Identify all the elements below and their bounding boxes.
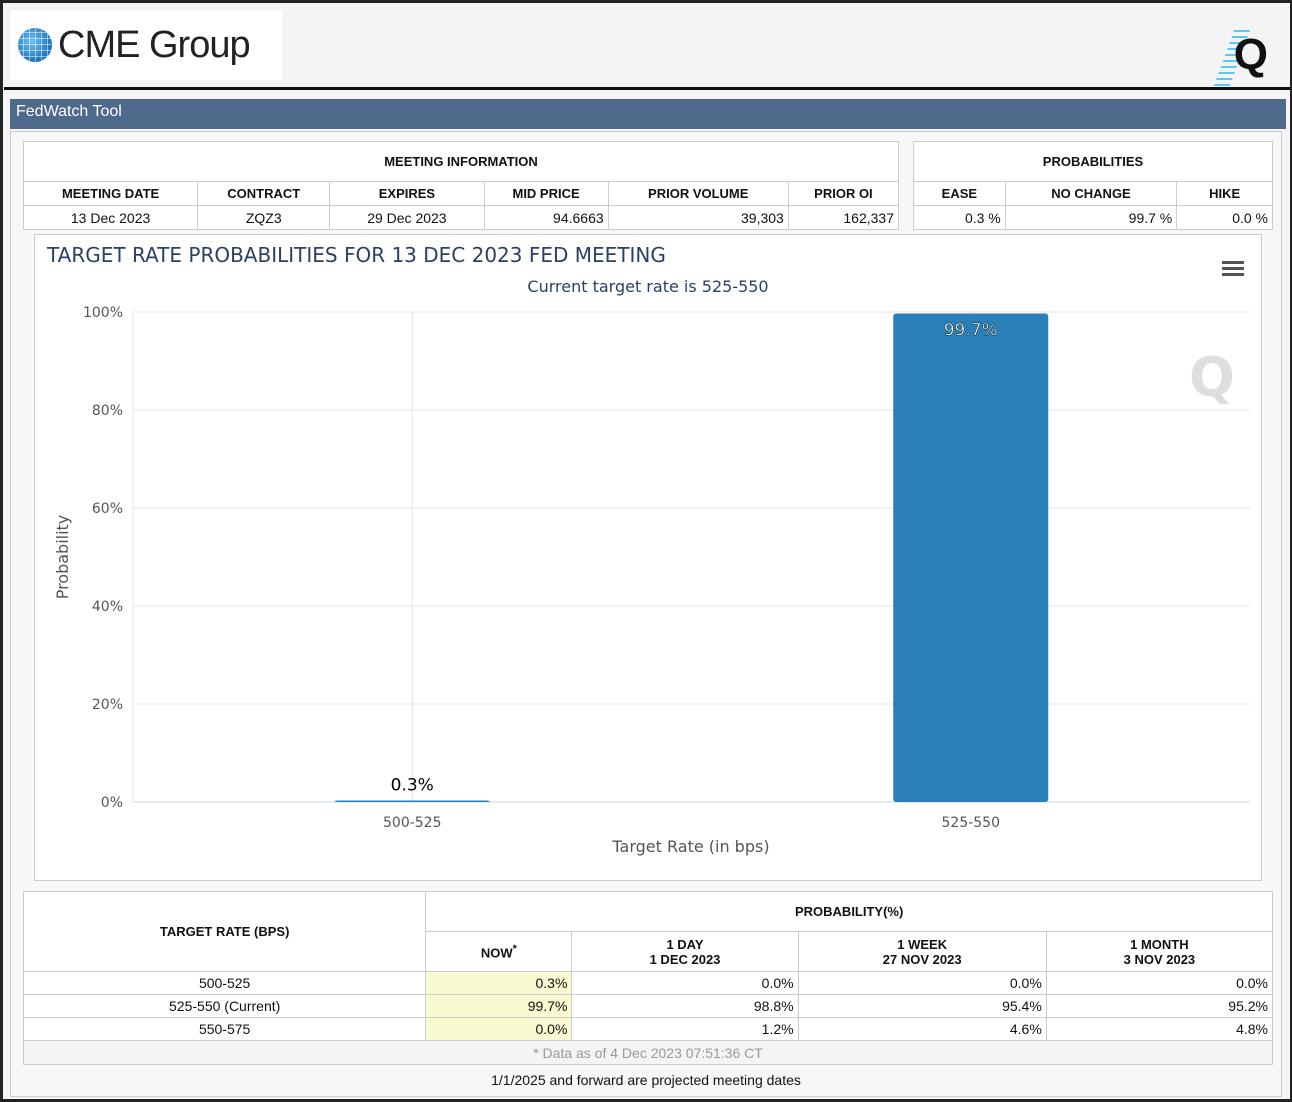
probability-cell: 95.4% (797, 994, 1047, 1018)
probability-table: TARGET RATE (BPS) PROBABILITY(%) NOW* 1 D… (22, 891, 1274, 1065)
probability-cell: 0.3% (425, 971, 573, 995)
probability-cell: 4.6% (797, 1017, 1047, 1041)
column-header: EXPIRES (329, 181, 485, 206)
period-header: 1 DAY 1 DEC 2023 (571, 931, 799, 972)
column-header: HIKE (1176, 181, 1273, 206)
column-header: PRIOR OI (787, 181, 900, 206)
logo-text: CME Group (58, 23, 251, 66)
chart-container (34, 234, 1262, 881)
meeting-info-value: 94.6663 (483, 205, 609, 230)
header: CME Group Q (4, 4, 1290, 90)
probability-cell: 0.0% (571, 971, 799, 995)
column-header: MEETING DATE (22, 181, 199, 206)
period-label: 1 MONTH (1130, 936, 1189, 952)
probability-value: 0.3 % (913, 205, 1006, 230)
table-row: 525-550 (Current) 99.7% 98.8% 95.4% 95.2% (22, 994, 1274, 1018)
period-label: 1 DAY (666, 936, 704, 952)
meeting-info-value: ZQZ3 (197, 205, 331, 230)
period-date: 27 NOV 2023 (882, 951, 962, 967)
meeting-info-title: MEETING INFORMATION (23, 141, 899, 182)
probability-value: 0.0 % (1176, 205, 1273, 230)
probability-value: 99.7 % (1004, 205, 1178, 230)
column-header: NO CHANGE (1004, 181, 1178, 206)
table-row: 550-575 0.0% 1.2% 4.6% 4.8% (22, 1017, 1274, 1041)
meeting-info-table: MEETING INFORMATION MEETING DATE CONTRACT… (22, 141, 900, 230)
period-label: 1 WEEK (897, 936, 948, 952)
probability-cell: 4.8% (1045, 1017, 1274, 1041)
column-header: PRIOR VOLUME (607, 181, 789, 206)
asterisk: * (512, 942, 517, 955)
meeting-info-value: 39,303 (607, 205, 789, 230)
probability-cell: 95.2% (1045, 994, 1274, 1018)
cme-logo[interactable]: CME Group (10, 10, 282, 80)
probability-cell: 0.0% (797, 971, 1047, 995)
probability-cell: 98.8% (571, 994, 799, 1018)
data-timestamp-note: * Data as of 4 Dec 2023 07:51:36 CT (23, 1040, 1273, 1065)
projected-dates-note: 1/1/2025 and forward are projected meeti… (491, 1072, 801, 1088)
period-label: NOW (480, 945, 513, 961)
probability-cell: 99.7% (425, 994, 573, 1018)
period-header: 1 MONTH 3 NOV 2023 (1045, 931, 1274, 972)
column-header: CONTRACT (197, 181, 331, 206)
target-rate-cell: 525-550 (Current) (22, 994, 427, 1018)
probability-cell: 1.2% (571, 1017, 799, 1041)
probability-header: PROBABILITY(%) (425, 891, 1273, 932)
period-header: 1 WEEK 27 NOV 2023 (797, 931, 1047, 972)
tool-title: FedWatch Tool (10, 99, 1286, 129)
probabilities-title: PROBABILITIES (913, 141, 1273, 182)
globe-icon (18, 28, 52, 62)
meeting-info-value: 162,337 (787, 205, 900, 230)
period-date: 3 NOV 2023 (1123, 951, 1196, 967)
target-rate-header: TARGET RATE (BPS) (22, 891, 427, 972)
column-header: MID PRICE (483, 181, 609, 206)
table-row: 500-525 0.3% 0.0% 0.0% 0.0% (22, 971, 1274, 995)
column-header: EASE (913, 181, 1006, 206)
meeting-info-value: 13 Dec 2023 (22, 205, 199, 230)
hamburger-menu-icon[interactable] (1222, 258, 1244, 276)
period-header: NOW* (425, 931, 573, 972)
target-rate-cell: 500-525 (22, 971, 427, 995)
period-date: 1 DEC 2023 (649, 951, 721, 967)
probability-cell: 0.0% (425, 1017, 573, 1041)
q-logo: Q (1233, 30, 1268, 79)
meeting-info-value: 29 Dec 2023 (329, 205, 485, 230)
probabilities-table: PROBABILITIES EASE NO CHANGE HIKE 0.3 % 99.… (913, 141, 1273, 230)
probability-cell: 0.0% (1045, 971, 1274, 995)
target-rate-cell: 550-575 (22, 1017, 427, 1041)
